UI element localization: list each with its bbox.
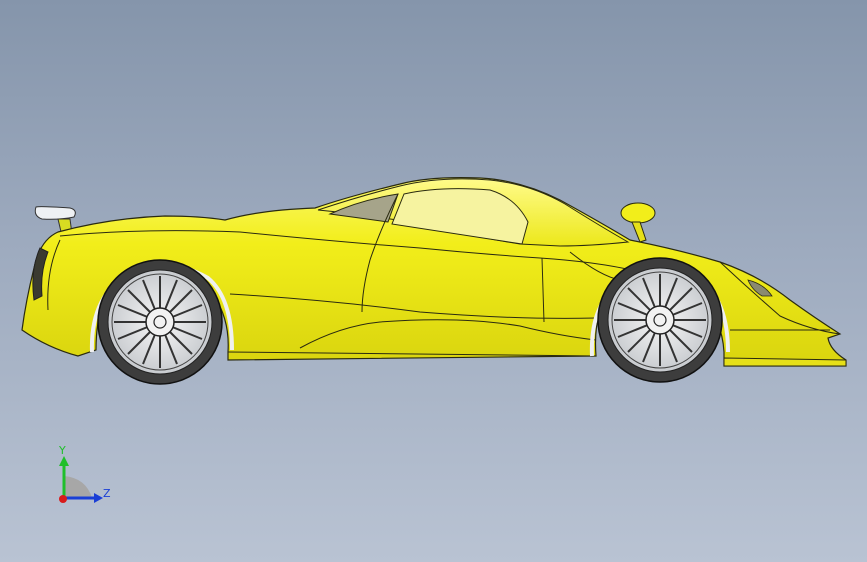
x-axis-point-icon — [59, 495, 67, 503]
triad-plane-indicator — [64, 476, 92, 498]
z-axis-label: Z — [103, 487, 111, 500]
side-mirror — [620, 202, 656, 243]
rear-wheel — [97, 259, 223, 385]
front-wheel — [597, 257, 723, 383]
orientation-triad[interactable]: Y Z — [58, 444, 111, 503]
y-axis-arrow-icon — [59, 456, 69, 466]
front-splitter — [723, 357, 847, 367]
car-model-side-view[interactable]: Y Z — [0, 0, 867, 562]
z-axis-arrow-icon — [94, 493, 103, 503]
y-axis-label: Y — [58, 444, 66, 457]
